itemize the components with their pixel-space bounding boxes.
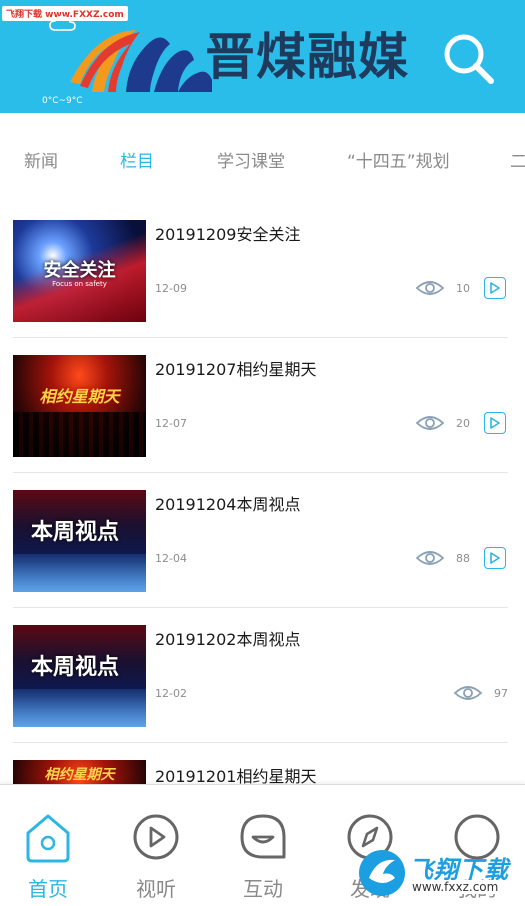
video-thumbnail[interactable]: 本周视点	[13, 490, 146, 592]
item-date: 12-02	[155, 687, 187, 700]
tab-news[interactable]: 新闻	[24, 147, 58, 172]
category-tabs: 新闻 栏目 学习课堂 “十四五”规划 二	[0, 113, 525, 203]
eye-icon	[415, 416, 445, 430]
nav-label: 视听	[136, 877, 176, 901]
tab-fourteenth-plan[interactable]: “十四五”规划	[347, 147, 450, 172]
video-thumbnail[interactable]: 相约星期天	[13, 355, 146, 457]
item-title[interactable]: 20191204本周视点	[155, 491, 300, 515]
list-item[interactable]: 相约星期天 20191207相约星期天 12-07 20	[0, 338, 525, 473]
nav-interact[interactable]: 互动	[233, 813, 293, 903]
logo-mark-icon	[70, 30, 212, 92]
thumbnail-title: 本周视点	[31, 520, 120, 545]
item-title[interactable]: 20191207相约星期天	[155, 356, 316, 380]
play-icon	[490, 552, 500, 564]
eye-icon	[415, 281, 445, 295]
thumbnail-title: 相约星期天	[39, 387, 120, 406]
item-date: 12-04	[155, 552, 187, 565]
temperature-text: 0°C~9°C	[42, 96, 83, 106]
nav-watch[interactable]: 视听	[126, 813, 186, 903]
watermark-logo-icon	[359, 850, 405, 896]
tab-study[interactable]: 学习课堂	[217, 147, 285, 172]
nav-label: 首页	[28, 877, 68, 901]
view-count: 10	[456, 282, 470, 295]
chat-smile-icon	[240, 814, 286, 859]
video-thumbnail[interactable]: 本周视点	[13, 625, 146, 727]
view-count: 20	[456, 417, 470, 430]
play-icon	[490, 417, 500, 429]
item-date: 12-09	[155, 282, 187, 295]
list-item[interactable]: 本周视点 20191202本周视点 12-02 97	[0, 608, 525, 743]
thumbnail-title: 相约星期天	[44, 767, 115, 783]
item-title[interactable]: 20191202本周视点	[155, 626, 300, 650]
app-header: 飞翔下载 www.FXXZ.com 0°C~9°C 晋煤融媒	[0, 0, 525, 113]
logo-text: 晋煤融媒	[205, 28, 409, 86]
play-button[interactable]	[484, 277, 506, 299]
home-icon	[26, 814, 70, 863]
thumbnail-title: 安全关注	[43, 260, 116, 281]
tab-more[interactable]: 二	[510, 147, 525, 172]
view-count: 97	[494, 687, 508, 700]
video-thumbnail[interactable]: 安全关注 Focus on safety	[13, 220, 146, 322]
tab-columns[interactable]: 栏目	[120, 147, 154, 172]
watermark-url: www.fxxz.com	[409, 880, 502, 894]
play-button[interactable]	[484, 412, 506, 434]
search-icon[interactable]	[442, 32, 496, 86]
eye-icon	[453, 686, 483, 700]
item-date: 12-07	[155, 417, 187, 430]
item-title[interactable]: 20191209安全关注	[155, 221, 300, 245]
list-item[interactable]: 相约星期天 20191201相约星期天	[0, 743, 525, 788]
play-icon	[490, 282, 500, 294]
nav-label: 互动	[243, 877, 283, 901]
nav-home[interactable]: 首页	[18, 813, 78, 903]
list-item[interactable]: 安全关注 Focus on safety 20191209安全关注 12-09 …	[0, 203, 525, 338]
list-item[interactable]: 本周视点 20191204本周视点 12-04 88	[0, 473, 525, 608]
play-circle-icon	[133, 814, 179, 860]
thumbnail-title: 本周视点	[31, 655, 120, 680]
watermark-badge: 飞翔下载 www.fxxz.com	[357, 848, 517, 900]
view-count: 88	[456, 552, 470, 565]
eye-icon	[415, 551, 445, 565]
play-button[interactable]	[484, 547, 506, 569]
thumbnail-subtitle: Focus on safety	[52, 280, 107, 288]
